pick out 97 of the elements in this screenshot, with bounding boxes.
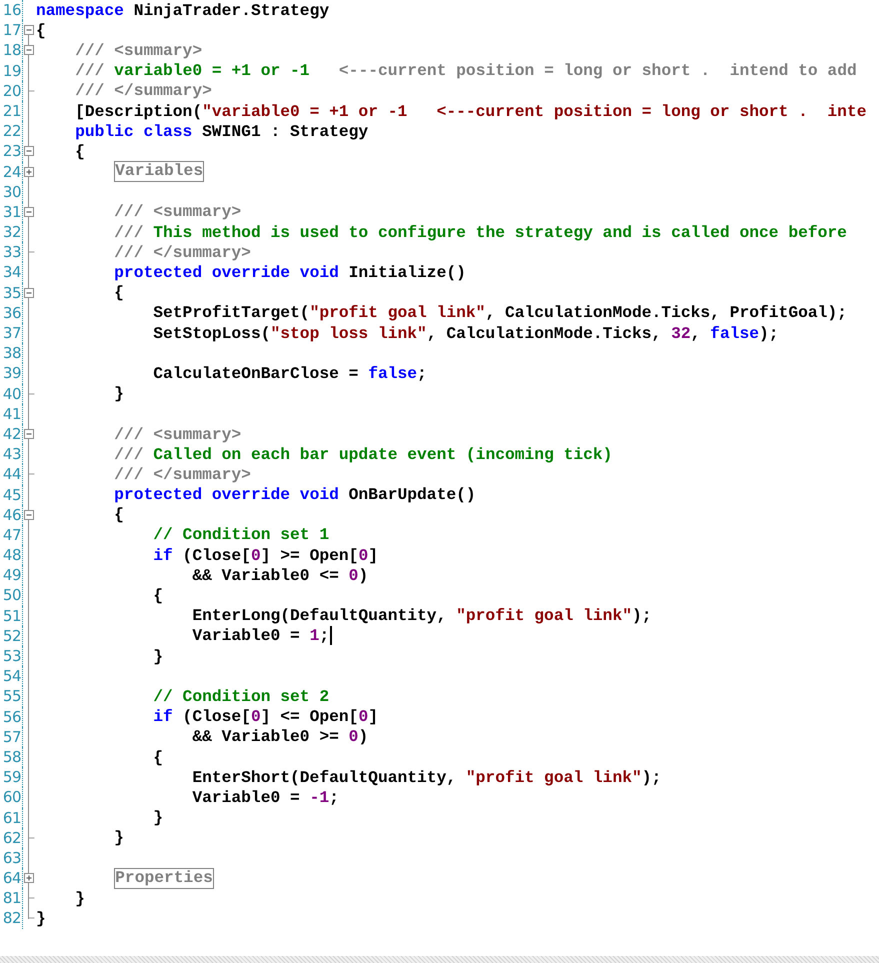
- collapse-icon[interactable]: [24, 288, 34, 298]
- line-number: 55: [0, 686, 23, 707]
- line-number: 58: [0, 746, 23, 768]
- code-line: {: [36, 20, 46, 40]
- line-number: 39: [0, 363, 23, 384]
- line-number: 21: [0, 100, 23, 122]
- line-number: 31: [0, 202, 23, 222]
- code-line: }: [114, 384, 124, 404]
- line-number: 47: [0, 524, 23, 546]
- line-number: 64: [0, 868, 23, 888]
- code-line: protected override void OnBarUpdate(): [114, 485, 476, 504]
- code-line: namespace NinjaTrader.Strategy: [36, 0, 330, 20]
- code-line: Variable0 = -1;: [192, 788, 339, 807]
- line-number: 49: [0, 565, 23, 586]
- code-line: }: [114, 828, 124, 848]
- code-line: if (Close[0] >= Open[0]: [153, 546, 378, 565]
- code-line: /// </summary>: [75, 81, 212, 100]
- line-number: 53: [0, 646, 23, 666]
- line-number: 81: [0, 888, 23, 908]
- collapse-icon[interactable]: [24, 25, 34, 36]
- line-number: 63: [0, 848, 23, 868]
- collapsed-region[interactable]: Properties: [114, 868, 214, 889]
- line-number: 61: [0, 808, 23, 828]
- code-line: }: [153, 646, 164, 666]
- line-number: 30: [0, 182, 23, 202]
- code-line: EnterShort(DefaultQuantity, "profit goal link");: [192, 768, 662, 787]
- line-number: 36: [0, 302, 23, 323]
- line-number: 59: [0, 767, 23, 788]
- code-line: CalculateOnBarClose = false;: [153, 364, 427, 383]
- line-number: 37: [0, 323, 23, 344]
- code-line: {: [114, 283, 124, 302]
- line-number: 19: [0, 60, 23, 81]
- code-line: /// Called on each bar update event (incoming tick): [114, 444, 612, 464]
- line-number: 56: [0, 706, 23, 727]
- code-line: /// </summary>: [114, 464, 251, 484]
- collapse-icon[interactable]: [24, 510, 34, 520]
- line-number: 45: [0, 484, 23, 505]
- line-number: 17: [0, 20, 23, 40]
- line-number: 52: [0, 626, 23, 646]
- line-number: 82: [0, 908, 23, 929]
- line-number: 24: [0, 162, 23, 182]
- code-line: public class SWING1 : Strategy: [75, 122, 368, 141]
- line-number: 62: [0, 828, 23, 848]
- line-number: 41: [0, 404, 23, 424]
- code-line: /// </summary>: [114, 242, 251, 262]
- code-line: /// <summary>: [114, 202, 242, 222]
- scrollbar[interactable]: [0, 956, 879, 963]
- line-number: 51: [0, 606, 23, 626]
- code-line: // Condition set 2: [153, 686, 330, 706]
- line-number: 46: [0, 504, 23, 525]
- line-number: 48: [0, 545, 23, 566]
- code-line: }: [153, 808, 164, 828]
- code-line: if (Close[0] <= Open[0]: [153, 707, 378, 726]
- line-number: 54: [0, 666, 23, 686]
- collapse-icon[interactable]: [24, 206, 34, 217]
- code-line: /// variable0 = +1 or -1 <---current position = long or short . intend to add: [75, 61, 857, 80]
- line-number: 22: [0, 121, 23, 142]
- line-number: 20: [0, 80, 23, 101]
- line-number: 23: [0, 141, 23, 162]
- code-line: {: [153, 748, 164, 767]
- collapse-icon[interactable]: [24, 45, 34, 56]
- line-number: 35: [0, 282, 23, 303]
- line-number: 44: [0, 464, 23, 484]
- expand-icon[interactable]: [24, 873, 34, 884]
- code-line: && Variable0 <= 0): [192, 566, 368, 585]
- line-number: 34: [0, 262, 23, 283]
- line-number: 60: [0, 787, 23, 808]
- line-number: 40: [0, 384, 23, 404]
- line-number: 18: [0, 40, 23, 61]
- collapse-icon[interactable]: [24, 146, 34, 156]
- code-line: protected override void Initialize(): [114, 263, 466, 282]
- code-line: {: [75, 142, 85, 161]
- expand-icon[interactable]: [24, 166, 34, 176]
- code-line: // Condition set 1: [153, 525, 330, 544]
- code-line: {: [114, 505, 124, 524]
- code-line: /// This method is used to configure the strategy and is called once before: [114, 222, 847, 242]
- code-line: [Description("variable0 = +1 or -1 <---current position = long or short . inte: [75, 102, 866, 121]
- line-number: 32: [0, 222, 23, 242]
- code-line: SetProfitTarget("profit goal link", CalculationMode.Ticks, ProfitGoal);: [153, 303, 847, 322]
- line-number: 42: [0, 424, 23, 444]
- code-line: }: [75, 888, 85, 908]
- code-line: {: [153, 586, 164, 606]
- line-number: 33: [0, 242, 23, 262]
- line-number: 38: [0, 343, 23, 364]
- line-number: 43: [0, 444, 23, 464]
- line-number: 57: [0, 726, 23, 747]
- line-number: 50: [0, 585, 23, 606]
- code-line: Variable0 = 1;: [192, 626, 330, 646]
- code-line: SetStopLoss("stop loss link", CalculationMode.Ticks, 32, false);: [153, 324, 779, 343]
- code-line: && Variable0 >= 0): [192, 727, 368, 746]
- code-line: }: [36, 909, 46, 928]
- code-line: EnterLong(DefaultQuantity, "profit goal link");: [192, 606, 652, 626]
- collapse-icon[interactable]: [24, 428, 34, 439]
- line-number: 16: [0, 0, 23, 20]
- code-line: /// <summary>: [114, 424, 242, 444]
- collapsed-region[interactable]: Variables: [114, 161, 204, 182]
- code-line: /// <summary>: [75, 40, 202, 60]
